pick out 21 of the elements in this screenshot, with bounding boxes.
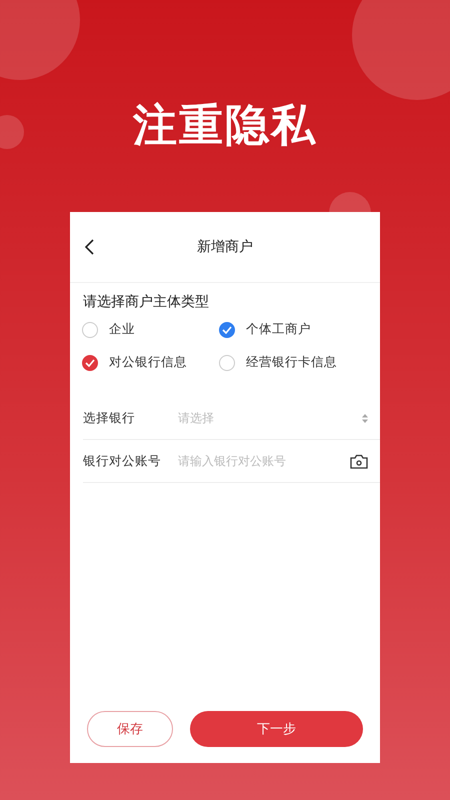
section-title: 请选择商户主体类型: [83, 293, 210, 311]
radio-icon: [82, 322, 98, 338]
field-label: 选择银行: [83, 410, 136, 426]
radio-option[interactable]: 对公银行信息: [82, 354, 219, 371]
input-field[interactable]: 请输入银行对公账号: [178, 454, 350, 468]
check-icon: [219, 322, 235, 338]
sort-icon: [362, 414, 368, 422]
screen-title: 新增商户: [197, 238, 253, 256]
next-button[interactable]: 下一步: [190, 711, 363, 747]
radio-icon: [219, 354, 235, 370]
radio-option[interactable]: 个体工商户: [219, 321, 380, 338]
radio-option[interactable]: 企业: [82, 321, 219, 338]
back-icon[interactable]: [84, 239, 96, 255]
save-button[interactable]: 保存: [87, 711, 173, 747]
field-label: 银行对公账号: [83, 452, 162, 470]
camera-icon[interactable]: [350, 454, 368, 468]
decor-circle: [0, 115, 24, 149]
check-icon: [82, 354, 98, 370]
headline: 注重隐私: [133, 99, 317, 153]
select-field[interactable]: 请选择: [178, 411, 362, 425]
radio-option[interactable]: 经营银行卡信息: [219, 354, 380, 371]
